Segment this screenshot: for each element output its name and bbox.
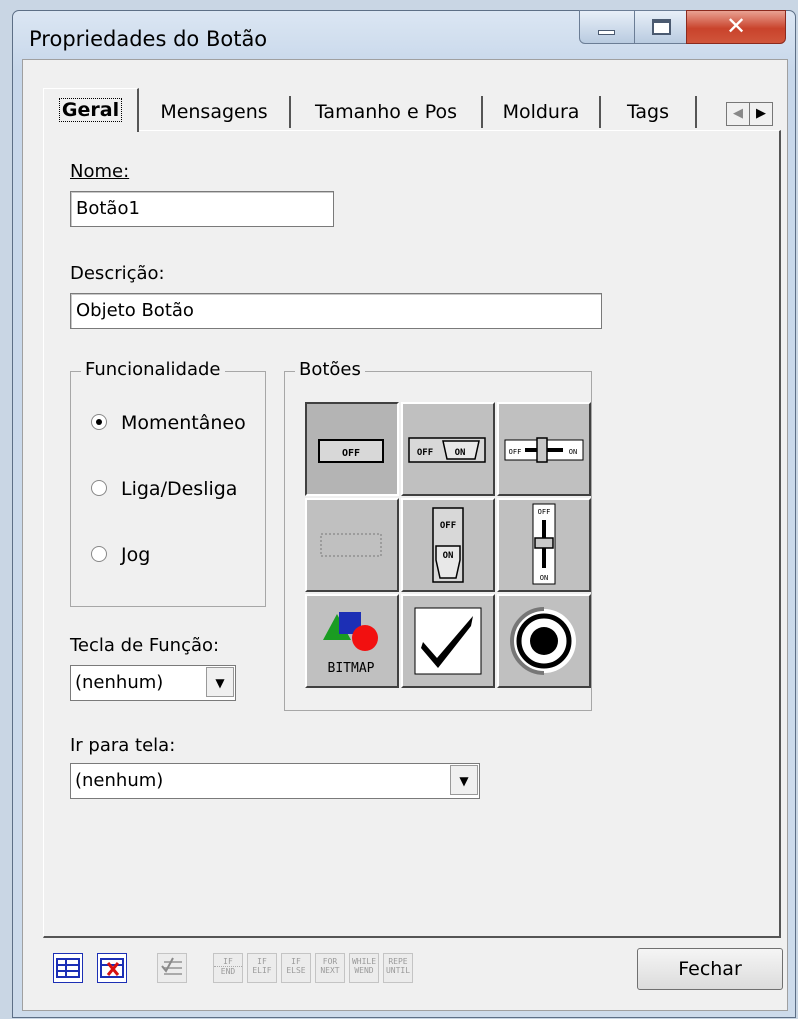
bitmap-icon: BITMAP [323,612,378,676]
keyword-top: WHILE [351,957,377,966]
svg-text:ON: ON [455,448,466,458]
chevron-down-icon[interactable]: ▼ [450,765,478,795]
while-wend-button[interactable]: WHILE WEND [349,953,379,983]
svg-text:OFF: OFF [440,521,456,531]
maximize-icon [652,19,671,35]
keyword-bottom: UNTIL [385,966,411,975]
vertical-switch-icon: OFF ON [432,507,464,583]
scroll-left-icon[interactable]: ◀ [727,103,750,125]
radio-momentaneo[interactable]: Momentâneo [91,412,246,434]
keyword-bottom: END [214,966,242,976]
button-style-blank[interactable] [305,498,399,592]
dialog-window: Propriedades do Botão ✕ Geral Mensagens … [12,10,796,1018]
tab-mensagens[interactable]: Mensagens [139,96,291,128]
radio-icon [91,546,107,562]
radio-selected-icon [91,414,107,430]
name-field[interactable]: Botão1 [70,191,334,227]
toggle-switch-icon: OFF ON [408,437,486,463]
repeat-until-button[interactable]: REPE UNTIL [383,953,413,983]
script-editor-button[interactable] [157,953,187,983]
functionality-group: Funcionalidade Momentâneo Liga/Desliga J… [70,359,266,607]
button-style-bitmap[interactable]: BITMAP [305,594,399,688]
radio-icon [91,480,107,496]
checkmark-icon [414,607,482,675]
button-style-checkmark[interactable] [401,594,495,688]
tab-geral[interactable]: Geral [43,88,139,132]
keyword-bottom: WEND [354,966,374,975]
properties-grid-button[interactable] [53,953,83,983]
horizontal-slider-icon: OFF ON [504,437,584,463]
delete-grid-button[interactable] [97,953,127,983]
button-style-switch-off-on[interactable]: OFF ON [401,402,495,496]
radio-label: Momentâneo [121,412,246,434]
keyword-top: IF [291,957,301,966]
buttons-group: Botões OFF OFF ON OFF ON OFF ON OFF ON B… [284,359,592,711]
button-style-push-off[interactable]: OFF [305,402,399,496]
description-field[interactable]: Objeto Botão [70,293,602,329]
svg-text:OFF: OFF [342,448,360,459]
svg-text:ON: ON [569,448,577,456]
tab-scroll-arrows: ◀ ▶ [726,102,773,126]
radio-target-icon [510,607,576,675]
svg-text:ON: ON [540,574,548,582]
goto-screen-value: (nenhum) [75,770,164,791]
button-style-slider-horizontal[interactable]: OFF ON [497,402,591,496]
button-style-slider-vertical[interactable]: OFF ON [497,498,591,592]
keyword-bottom: ELSE [286,966,306,975]
push-off-icon: OFF [318,439,384,463]
dialog-client: Geral Mensagens Tamanho e Pos Moldura Ta… [22,59,788,1011]
scroll-right-icon[interactable]: ▶ [750,103,772,125]
radio-jog[interactable]: Jog [91,544,150,566]
close-button[interactable]: ✕ [686,10,786,44]
vertical-slider-icon: OFF ON [532,503,556,585]
maximize-button[interactable] [634,10,687,44]
tab-tags[interactable]: Tags [601,96,697,128]
radio-liga-desliga[interactable]: Liga/Desliga [91,478,237,500]
tab-moldura[interactable]: Moldura [483,96,601,128]
chevron-down-icon[interactable]: ▼ [206,667,234,697]
keyword-bottom: NEXT [320,966,340,975]
svg-text:OFF: OFF [509,448,522,456]
close-dialog-button[interactable]: Fechar [637,948,783,990]
tab-tamanho-e-pos[interactable]: Tamanho e Pos [291,96,483,128]
svg-text:BITMAP: BITMAP [328,661,375,676]
keyword-top: FOR [322,957,338,966]
close-icon: ✕ [725,12,747,40]
function-key-select[interactable]: (nenhum) ▼ [70,665,236,701]
keyword-top: IF [257,957,267,966]
keyword-top: IF [223,957,233,966]
description-label: Descrição: [70,263,165,284]
delete-grid-icon [100,958,124,978]
if-elif-button[interactable]: IF ELIF [247,953,277,983]
radio-label: Jog [121,544,151,566]
window-title: Propriedades do Botão [29,27,268,51]
button-style-radio-target[interactable] [497,594,591,688]
svg-text:OFF: OFF [417,448,433,458]
minimize-button[interactable] [579,10,635,44]
function-key-value: (nenhum) [75,672,164,693]
if-else-button[interactable]: IF ELSE [281,953,311,983]
radio-label: Liga/Desliga [121,478,238,500]
keyword-bottom: ELIF [252,966,272,975]
script-editor-icon [161,957,182,975]
minimize-icon [598,30,615,35]
goto-screen-select[interactable]: (nenhum) ▼ [70,763,480,799]
button-style-switch-vertical[interactable]: OFF ON [401,498,495,592]
tab-label: Geral [58,98,123,122]
buttons-group-title: Botões [295,359,365,380]
if-end-button[interactable]: IF END [213,953,243,983]
svg-text:ON: ON [443,551,454,561]
name-label-text: Nome: [70,161,130,182]
functionality-group-title: Funcionalidade [81,359,225,380]
tab-panel-geral: Nome: Botão1 Descrição: Objeto Botão Fun… [43,130,781,938]
svg-text:OFF: OFF [538,508,551,516]
grid-icon [56,958,80,978]
for-next-button[interactable]: FOR NEXT [315,953,345,983]
goto-screen-label: Ir para tela: [70,735,176,756]
name-label: Nome: [70,161,129,182]
keyword-top: REPE [388,957,408,966]
blank-button-icon [320,533,382,557]
tab-strip: Geral Mensagens Tamanho e Pos Moldura Ta… [43,88,773,132]
function-key-label: Tecla de Função: [70,635,220,656]
